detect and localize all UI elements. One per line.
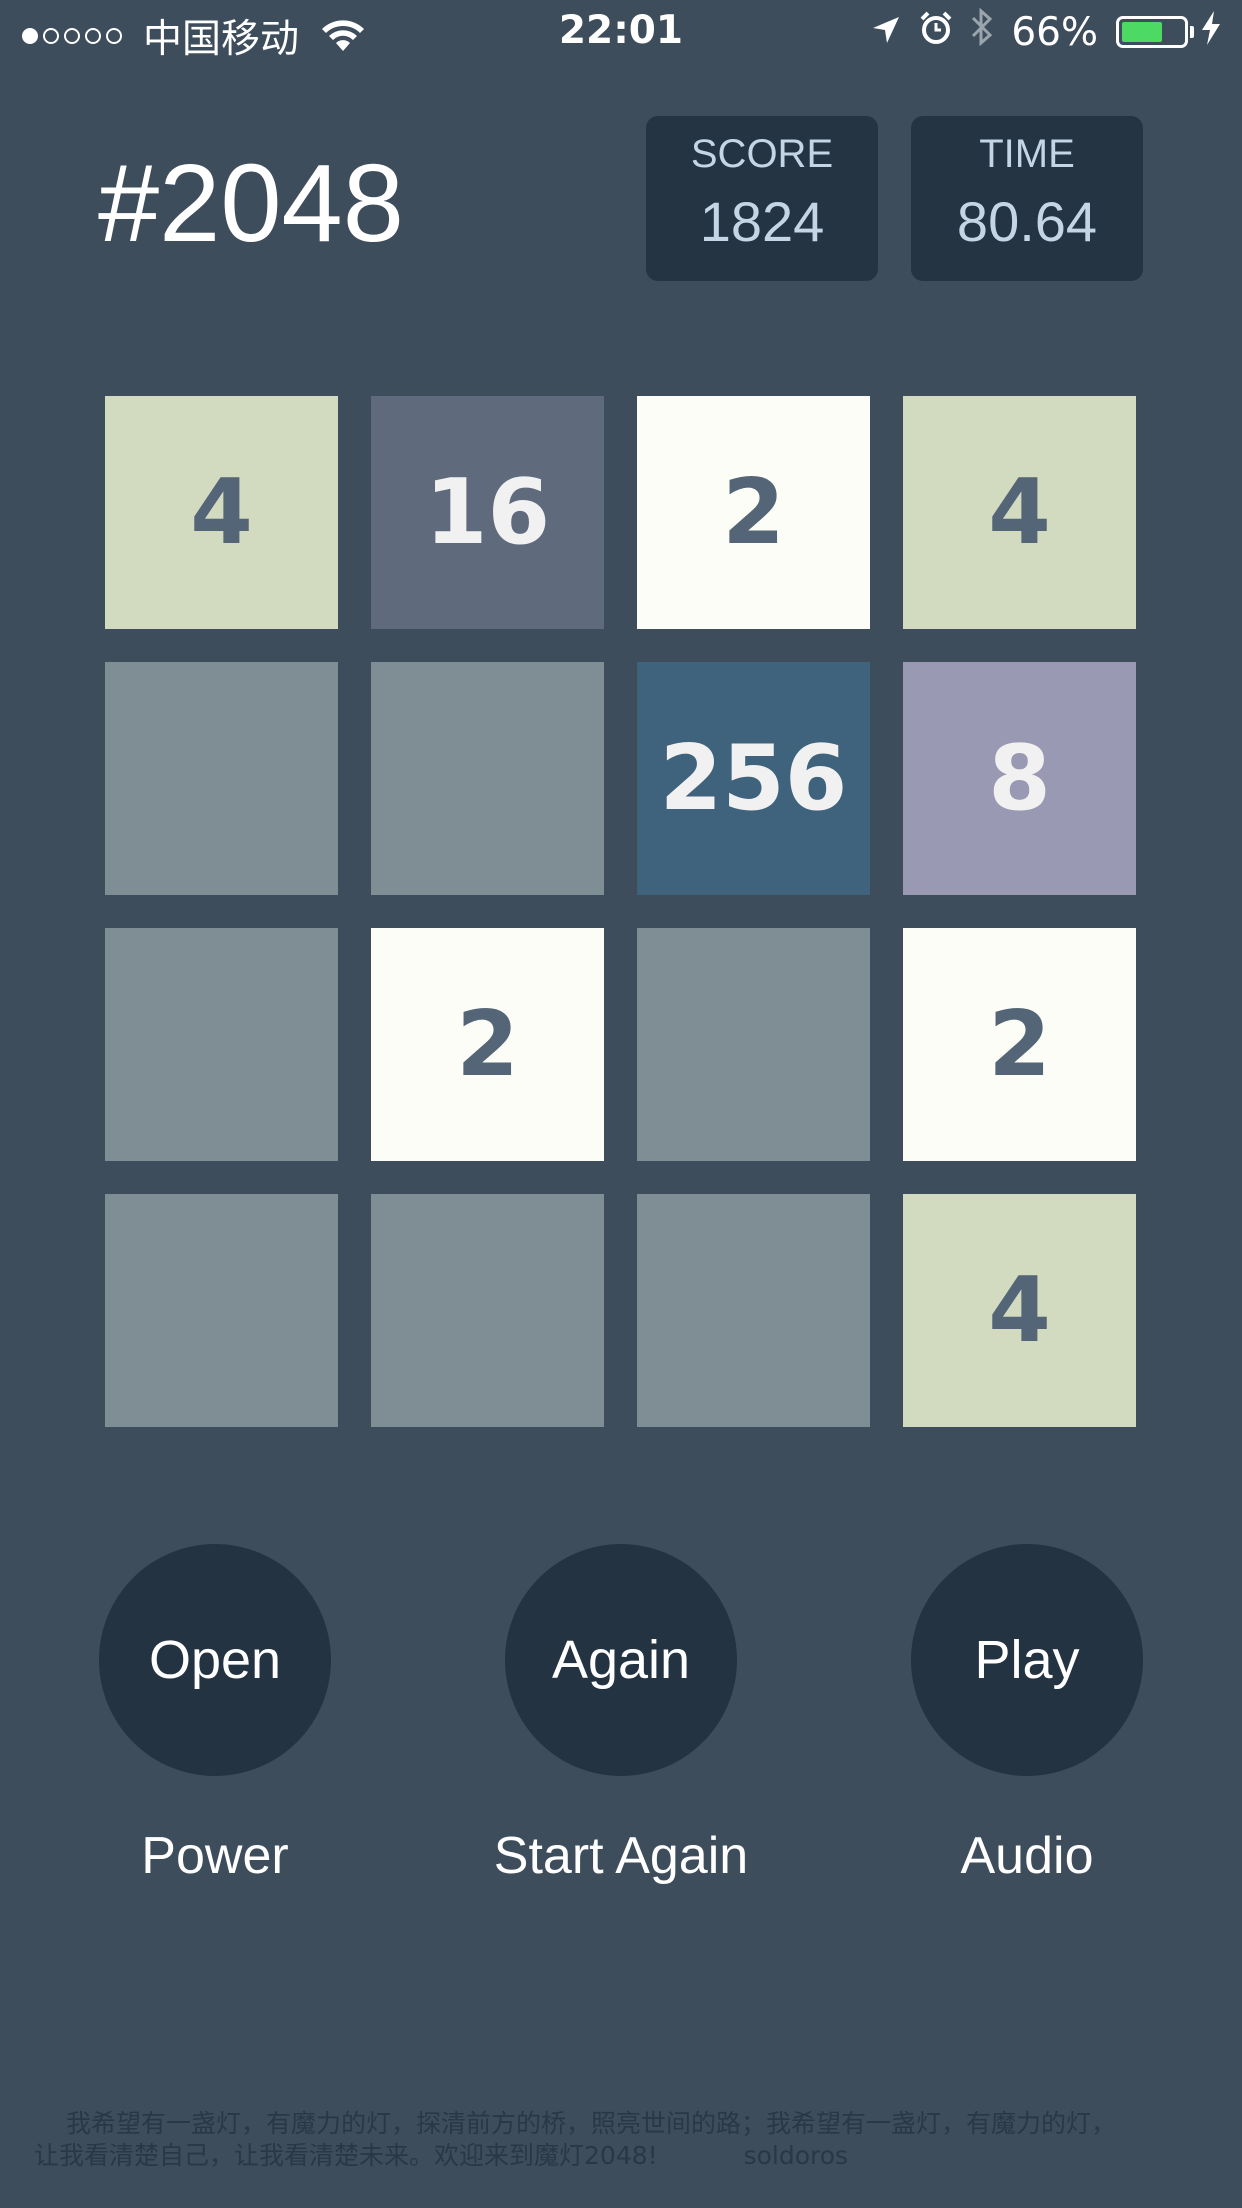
tile-4: 4 [903, 396, 1136, 629]
location-arrow-icon [871, 10, 901, 55]
empty-cell [371, 662, 604, 895]
tile-4: 4 [105, 396, 338, 629]
audio-caption: Audio [960, 1827, 1094, 1885]
tile-2: 2 [637, 396, 870, 629]
alarm-clock-icon [919, 10, 953, 55]
game-board[interactable]: 4 16 2 4 256 8 2 2 4 [105, 396, 1137, 1428]
empty-cell [637, 928, 870, 1161]
tile-4: 4 [903, 1194, 1136, 1427]
tile-16: 16 [371, 396, 604, 629]
battery-percent: 66% [1011, 9, 1098, 55]
time-box: TIME 80.64 [911, 116, 1143, 281]
empty-cell [105, 662, 338, 895]
battery-icon [1116, 16, 1194, 48]
footer-text: 我希望有一盏灯，有魔力的灯，探清前方的桥，照亮世间的路；我希望有一盏灯，有魔力的… [34, 2108, 1214, 2172]
tile-2: 2 [371, 928, 604, 1161]
footer-line-1: 我希望有一盏灯，有魔力的灯，探清前方的桥，照亮世间的路；我希望有一盏灯，有魔力的… [66, 2109, 1117, 2138]
status-bar: 中国移动 22:01 66% [0, 0, 1242, 64]
score-value: 1824 [699, 190, 825, 253]
tile-8: 8 [903, 662, 1136, 895]
game-title: #2048 [98, 142, 404, 265]
footer-author: soldoros [743, 2141, 849, 2170]
bluetooth-icon [971, 7, 993, 56]
footer-line-2-text: 让我看清楚自己，让我看清楚未来。欢迎来到魔灯2048! [34, 2141, 658, 2170]
tile-256: 256 [637, 662, 870, 895]
score-label: SCORE [690, 132, 834, 176]
play-button[interactable]: Play [911, 1544, 1143, 1776]
open-button[interactable]: Open [99, 1544, 331, 1776]
charging-bolt-icon [1202, 10, 1220, 55]
power-caption: Power [141, 1827, 289, 1885]
empty-cell [105, 928, 338, 1161]
time-value: 80.64 [956, 190, 1098, 253]
time-label: TIME [979, 132, 1075, 176]
tile-2: 2 [903, 928, 1136, 1161]
footer-line-2: 让我看清楚自己，让我看清楚未来。欢迎来到魔灯2048! soldoros [34, 2140, 1214, 2172]
empty-cell [105, 1194, 338, 1427]
empty-cell [371, 1194, 604, 1427]
again-button[interactable]: Again [505, 1544, 737, 1776]
start-again-caption: Start Again [493, 1827, 749, 1885]
empty-cell [637, 1194, 870, 1427]
status-right: 66% [853, 7, 1220, 56]
score-box: SCORE 1824 [646, 116, 878, 281]
